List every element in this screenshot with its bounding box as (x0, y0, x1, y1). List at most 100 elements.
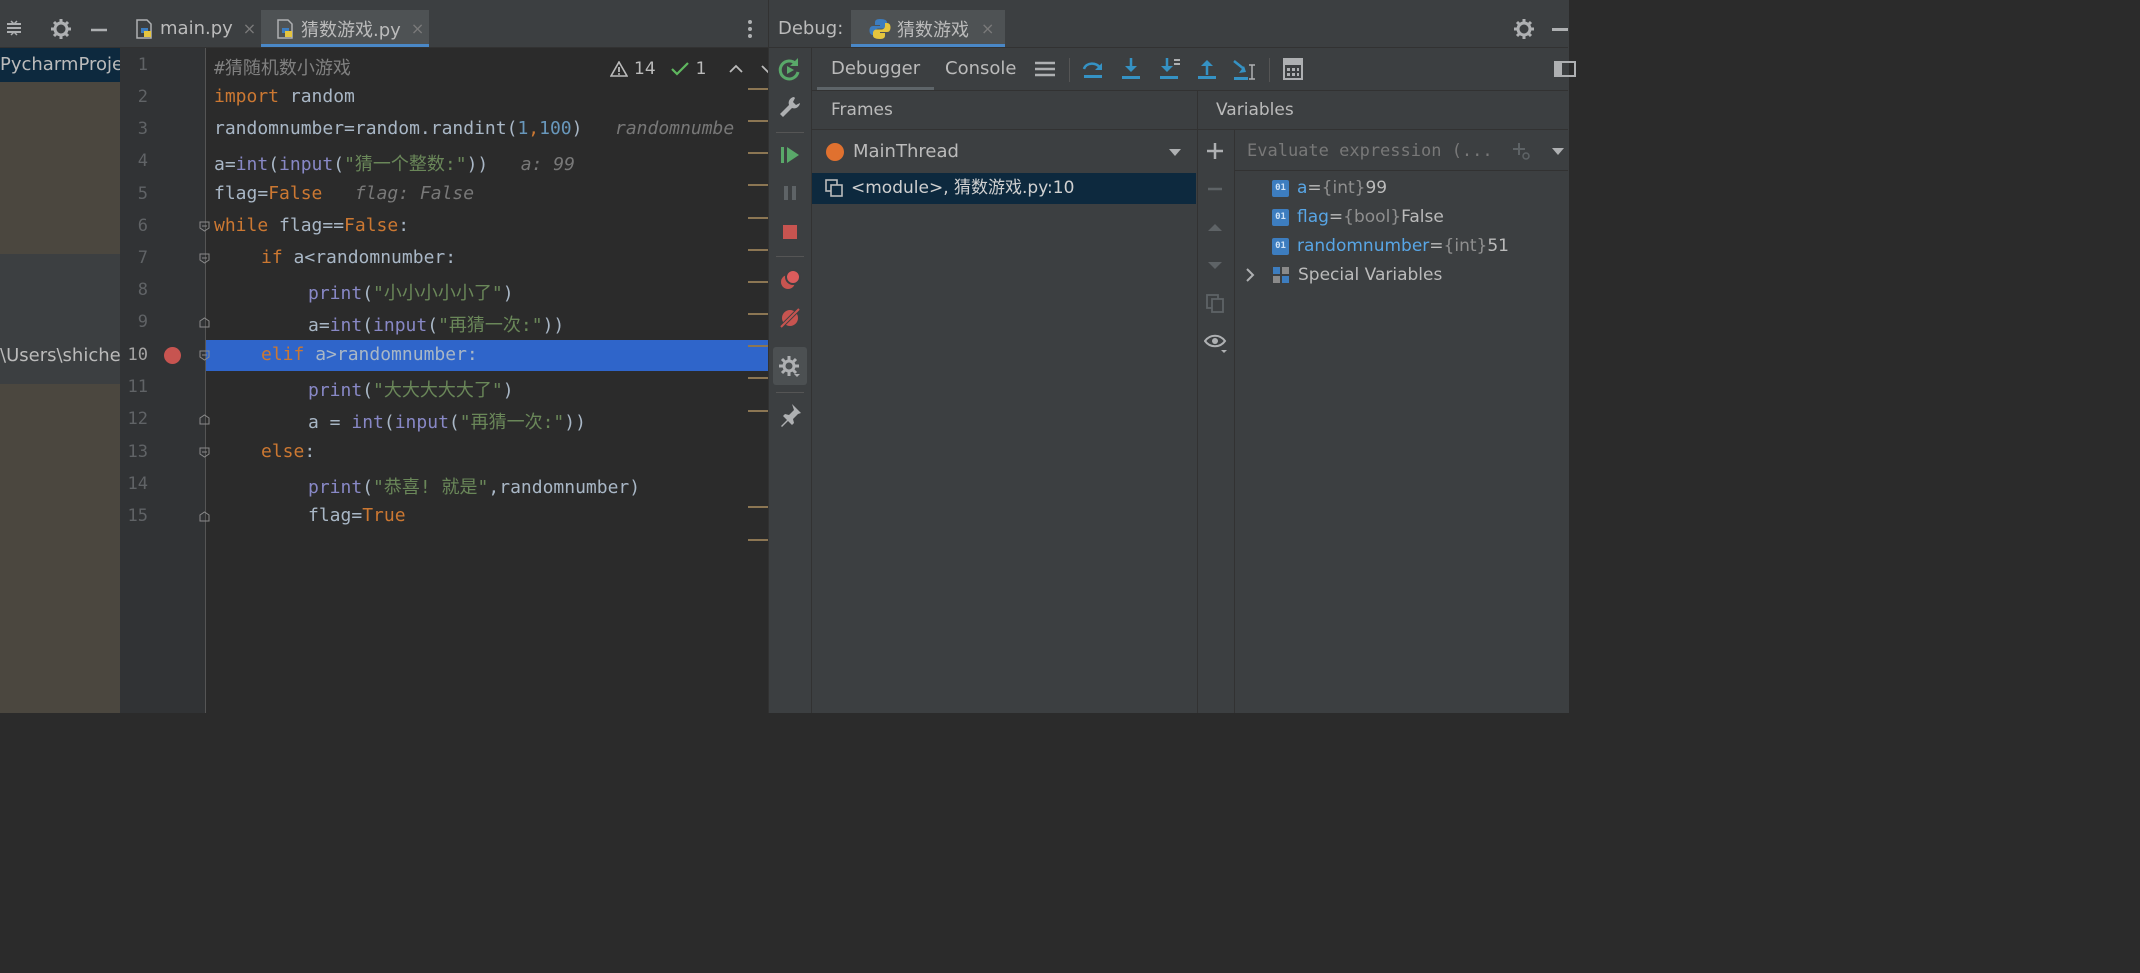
pin-icon[interactable] (776, 401, 804, 429)
error-stripe-marker[interactable] (748, 217, 768, 219)
tab-main-py[interactable]: main.py × (134, 10, 260, 47)
thread-selector[interactable]: MainThread (812, 135, 1197, 169)
move-up-icon[interactable] (1204, 216, 1226, 238)
error-stripe-marker[interactable] (748, 313, 768, 315)
collapse-icon[interactable] (2, 16, 26, 40)
restore-layout-icon[interactable] (1551, 55, 1579, 83)
step-into-icon[interactable] (1117, 55, 1145, 83)
code-line: a=int(input("猜一个整数:")) a: 99 (214, 154, 575, 175)
fold-icon[interactable] (199, 317, 210, 328)
minimize-icon[interactable] (86, 16, 112, 42)
error-stripe-marker[interactable] (748, 345, 768, 347)
check-icon (670, 62, 689, 76)
project-path: \Users\shichen (0, 345, 120, 366)
wrench-icon[interactable] (776, 94, 804, 122)
stack-frame-item[interactable]: <module>, 猜数游戏.py:10 (812, 173, 1196, 204)
error-stripe-marker[interactable] (748, 249, 768, 251)
error-stripe-marker[interactable] (748, 88, 768, 90)
copy-icon[interactable] (1204, 292, 1226, 314)
line-number: 14 (127, 474, 148, 494)
special-variables-label: Special Variables (1298, 265, 1443, 285)
stop-icon[interactable] (776, 218, 804, 246)
watch-eye-icon[interactable] (1204, 330, 1228, 354)
line-number: 10 (127, 345, 148, 365)
fold-icon[interactable] (199, 253, 210, 264)
python-file-icon (275, 18, 295, 39)
error-stripe-marker[interactable] (748, 506, 768, 508)
view-breakpoints-icon[interactable] (776, 266, 804, 294)
python-icon (869, 18, 891, 39)
line-number: 12 (127, 409, 148, 429)
remove-watch-icon[interactable] (1204, 178, 1226, 200)
variable-icon: 01 (1272, 237, 1289, 255)
dropdown-arrow-icon[interactable] (1168, 147, 1182, 157)
close-icon[interactable]: × (981, 19, 994, 38)
close-icon[interactable]: × (411, 19, 424, 38)
rerun-icon[interactable] (776, 56, 804, 84)
variable-row[interactable]: 01 randomnumber = {int} 51 (1272, 232, 1509, 260)
toolbar-separator (776, 256, 804, 257)
step-out-icon[interactable] (1193, 55, 1221, 83)
python-file-icon (134, 18, 154, 39)
evaluate-expression-input[interactable] (1245, 136, 1509, 166)
gear-icon[interactable] (1511, 16, 1537, 42)
add-watch-icon[interactable] (1204, 140, 1226, 162)
special-variables-row[interactable]: Special Variables (1272, 261, 1442, 289)
tab-game-py[interactable]: 猜数游戏.py × (261, 10, 429, 47)
error-stripe-marker[interactable] (748, 377, 768, 379)
add-to-watches-icon[interactable] (1511, 141, 1531, 161)
variable-row[interactable]: 01 flag = {bool} False (1272, 203, 1444, 231)
line-number: 2 (137, 87, 148, 107)
evaluate-expression-icon[interactable] (1279, 55, 1307, 83)
more-options-icon[interactable] (740, 16, 760, 42)
history-dropdown-icon[interactable] (1551, 146, 1565, 156)
chevron-up-icon[interactable] (728, 63, 744, 75)
variable-icon: 01 (1272, 179, 1289, 197)
special-variables-icon (1273, 267, 1289, 283)
error-stripe-marker[interactable] (748, 184, 768, 186)
mute-breakpoints-icon[interactable] (776, 304, 804, 332)
line-number: 15 (127, 506, 148, 526)
layout-menu-icon[interactable] (1031, 55, 1059, 83)
line-number: 7 (137, 248, 148, 268)
code-line: print("恭喜! 就是",randomnumber) (308, 477, 641, 498)
code-line: import random (214, 86, 355, 107)
error-stripe-marker[interactable] (748, 410, 768, 412)
close-icon[interactable]: × (243, 19, 256, 38)
fold-icon[interactable] (199, 221, 210, 232)
inline-value-hint: flag: False (354, 183, 475, 204)
fold-icon[interactable] (199, 414, 210, 425)
evaluate-expression-bar (1235, 130, 1568, 171)
fold-icon[interactable] (199, 447, 210, 458)
gear-icon[interactable] (48, 16, 74, 42)
error-stripe-marker[interactable] (748, 152, 768, 154)
step-into-my-code-icon[interactable] (1155, 55, 1183, 83)
gutter-divider (205, 48, 206, 713)
error-stripe-marker[interactable] (748, 539, 768, 541)
error-stripe-marker[interactable] (748, 281, 768, 283)
line-number: 11 (127, 377, 148, 397)
inspection-widget[interactable]: 14 1 (610, 56, 776, 82)
fold-icon[interactable] (199, 350, 210, 361)
toolbar-separator (1269, 58, 1270, 82)
expand-chevron-icon[interactable] (1244, 267, 1256, 283)
ok-count: 1 (695, 59, 707, 79)
frame-icon (825, 179, 843, 197)
breakpoint-icon[interactable] (164, 347, 181, 364)
fold-icon[interactable] (199, 511, 210, 522)
variable-row[interactable]: 01 a = {int} 99 (1272, 174, 1387, 202)
resume-icon[interactable] (776, 141, 804, 169)
move-down-icon[interactable] (1204, 254, 1226, 276)
step-over-icon[interactable] (1079, 55, 1107, 83)
tab-console[interactable]: Console (945, 48, 1016, 90)
tab-debugger[interactable]: Debugger (816, 48, 935, 90)
settings-icon[interactable] (776, 353, 804, 381)
pause-icon[interactable] (776, 179, 804, 207)
variable-name: flag (1297, 207, 1329, 227)
thread-status-icon (826, 143, 844, 161)
minimize-icon[interactable] (1552, 28, 1568, 31)
run-to-cursor-icon[interactable] (1231, 55, 1259, 83)
project-root-item[interactable]: PycharmProjec (0, 48, 120, 82)
error-stripe-marker[interactable] (748, 120, 768, 122)
debug-session-tab[interactable]: 猜数游戏 × (851, 10, 1005, 47)
